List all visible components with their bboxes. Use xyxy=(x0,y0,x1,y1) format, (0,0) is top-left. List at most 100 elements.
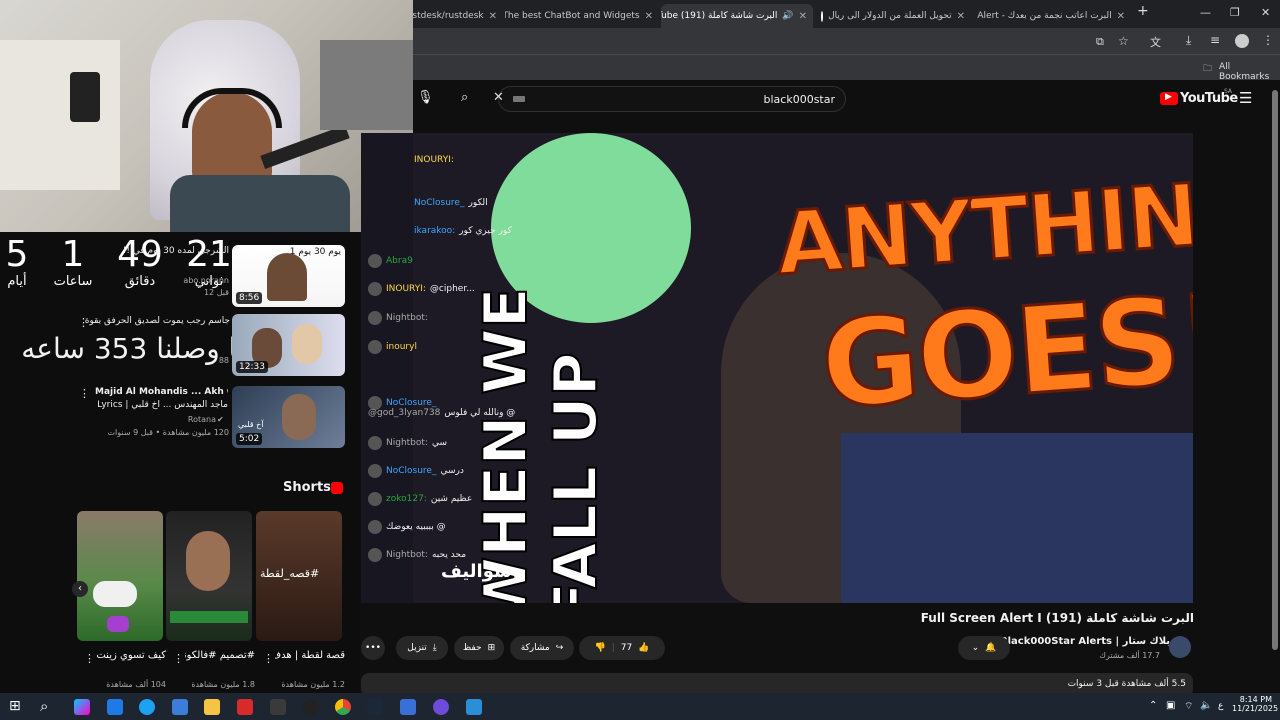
search-icon[interactable]: ⌕ xyxy=(40,697,48,715)
translate-icon[interactable]: 文 xyxy=(1150,34,1161,50)
more-options-icon[interactable]: ⋮ xyxy=(78,316,89,329)
chat-message: zoko127: عظيم شين xyxy=(368,492,472,506)
related-channel[interactable]: abo.norann xyxy=(104,276,229,285)
dislike-icon[interactable]: 👎 xyxy=(595,643,606,653)
profile-avatar[interactable] xyxy=(1235,34,1249,48)
more-options-icon[interactable]: ⋮ xyxy=(79,387,90,400)
browser-menu-icon[interactable]: ⋮ xyxy=(1262,33,1274,47)
tab-rustdesk[interactable]: ✕ rustdesk/rustdesk - xyxy=(413,4,503,28)
windows-start-icon[interactable]: ⊞ xyxy=(9,698,21,714)
minimize-button[interactable]: — xyxy=(1200,6,1211,19)
close-window-button[interactable]: ✕ xyxy=(1261,6,1270,19)
short-title[interactable]: قصة لقطة | هدف يالهلالك الهلالي xyxy=(275,650,345,661)
thumb-face xyxy=(282,394,316,440)
bookmark-star-icon[interactable]: ☆ xyxy=(1118,34,1129,48)
thumb-text: يوم 30 يوم 1 xyxy=(289,247,341,257)
subscriber-count: 17.7 ألف مشترك xyxy=(1099,651,1160,660)
close-tab-icon[interactable]: ✕ xyxy=(799,11,807,22)
steam-icon[interactable] xyxy=(367,699,383,715)
related-channel[interactable]: Rotana xyxy=(104,415,216,424)
obs-icon[interactable] xyxy=(303,699,319,715)
media-control-icon[interactable]: ≡ xyxy=(1210,33,1220,47)
chevron-up-icon[interactable]: ⌃ xyxy=(1149,700,1157,711)
search-input[interactable]: ⌕ ✕ black000star xyxy=(461,86,846,112)
wifi-icon[interactable]: ⌔ xyxy=(1184,700,1193,713)
chat-text: كور جيري كور xyxy=(459,226,512,236)
shorts-heading: Shorts xyxy=(283,480,331,495)
copilot-icon[interactable] xyxy=(74,699,90,715)
short-card[interactable] xyxy=(166,511,252,641)
search-icon[interactable]: ⌕ xyxy=(461,90,468,105)
short-card[interactable] xyxy=(77,511,163,641)
mail-icon[interactable] xyxy=(172,699,188,715)
store-icon[interactable] xyxy=(107,699,123,715)
page-scrollbar[interactable] xyxy=(1272,90,1278,650)
clear-search-icon[interactable]: ✕ xyxy=(493,90,504,105)
subscribe-bell-button[interactable]: ⌄ 🔔 xyxy=(958,636,1010,660)
all-bookmarks-button[interactable]: All Bookmarks xyxy=(1219,62,1280,82)
like-dislike-button[interactable]: 👎 | 77 👍 xyxy=(579,636,665,660)
rocket-league-icon[interactable] xyxy=(400,699,416,715)
chat-avatar xyxy=(368,282,382,296)
short-views: 104 ألف مشاهدة xyxy=(106,680,166,689)
car-image xyxy=(107,616,129,632)
like-icon[interactable]: 👍 xyxy=(638,643,649,653)
channel-name[interactable]: Black000Star Alerts | بلاك ستار xyxy=(1000,636,1170,647)
related-thumbnail[interactable]: يوم 30 يوم 1 8:56 xyxy=(232,245,345,307)
short-title[interactable]: #تصميم #فالكونز #تردد_ثقلة_تركي xyxy=(185,650,255,661)
more-options-icon[interactable]: ⋮ xyxy=(263,652,274,665)
more-options-icon[interactable]: ⋮ xyxy=(84,652,95,665)
more-actions-button[interactable]: ••• xyxy=(361,636,385,660)
related-title[interactable]: Majid Al Mohandis ... Akh Qalby xyxy=(95,387,228,397)
close-tab-icon[interactable]: ✕ xyxy=(1117,11,1125,22)
download-icon[interactable]: ⤓ xyxy=(1186,33,1191,48)
discord-icon[interactable] xyxy=(433,699,449,715)
tab-chatbot[interactable]: ✕ The best ChatBot and Widgets xyxy=(505,4,659,28)
mic-icon[interactable]: 🎙 xyxy=(417,90,434,105)
clock[interactable]: 8:14 PM 11/21/2025 xyxy=(1232,695,1278,713)
chat-avatar xyxy=(368,520,382,534)
share-button[interactable]: مشاركة ↪ xyxy=(510,636,574,660)
chrome-icon[interactable] xyxy=(335,699,351,715)
close-tab-icon[interactable]: ✕ xyxy=(957,11,965,22)
shorts-prev-button[interactable]: ‹ xyxy=(72,581,88,597)
chat-avatar xyxy=(368,548,382,562)
shirt-image xyxy=(841,433,1193,603)
related-thumbnail[interactable]: آخ قلبي 5:02 xyxy=(232,386,345,448)
save-button[interactable]: حفظ ⊞ xyxy=(454,636,504,660)
clock-time: 8:14 PM xyxy=(1239,695,1272,704)
new-tab-button[interactable]: + xyxy=(1137,3,1149,19)
office-icon[interactable] xyxy=(237,699,253,715)
keyboard-icon[interactable] xyxy=(513,96,525,102)
language-indicator[interactable]: ع xyxy=(1218,701,1223,711)
chat-avatar xyxy=(368,436,382,450)
capcut-icon[interactable] xyxy=(270,699,286,715)
speaker-icon[interactable]: 🔊 xyxy=(782,11,793,21)
separator: | xyxy=(611,643,615,653)
counter-value: 1 xyxy=(61,234,85,275)
more-options-icon[interactable]: ⋮ xyxy=(173,652,184,665)
channel-avatar[interactable] xyxy=(1169,636,1191,658)
short-title[interactable]: كيف تسوي زينت بسهولة في روبكس xyxy=(96,650,166,661)
related-title[interactable]: جاسم رجب يموت لصديق الحرفق بقوة أكثر من xyxy=(82,316,230,326)
tab-currency[interactable]: ✕ تحويل العملة من الدولار الى ريال xyxy=(815,4,971,28)
hamburger-menu-icon[interactable]: ☰ xyxy=(1239,89,1252,107)
short-card[interactable]: #قصه_لقطة xyxy=(256,511,342,641)
download-button[interactable]: تنزيل ⤓ xyxy=(396,636,448,660)
install-app-icon[interactable]: ⧉ xyxy=(1096,35,1104,49)
thumb-face xyxy=(186,531,230,591)
tab-youtube-active[interactable]: ✕ 🔊 البرت شاشة كاملة (191) Tube xyxy=(661,4,813,28)
close-tab-icon[interactable]: ✕ xyxy=(489,11,497,22)
verified-icon: ✔ xyxy=(217,415,224,424)
network-icon[interactable]: ▣ xyxy=(1166,700,1175,711)
restore-button[interactable]: ❐ xyxy=(1230,6,1240,19)
related-thumbnail[interactable]: 12:33 xyxy=(232,314,345,376)
file-explorer-icon[interactable] xyxy=(204,699,220,715)
tab-alert[interactable]: ✕ البرت اعاتب نجمة من بعدك - Alert xyxy=(973,4,1131,28)
edge-icon[interactable] xyxy=(139,699,155,715)
volume-icon[interactable]: 🔈 xyxy=(1200,700,1212,711)
close-tab-icon[interactable]: ✕ xyxy=(645,11,653,22)
rustdesk-icon[interactable] xyxy=(466,699,482,715)
related-title[interactable]: الشرجي لمده 30 يوم في !! xyxy=(104,246,229,256)
counter-unit: أيام xyxy=(7,274,27,289)
